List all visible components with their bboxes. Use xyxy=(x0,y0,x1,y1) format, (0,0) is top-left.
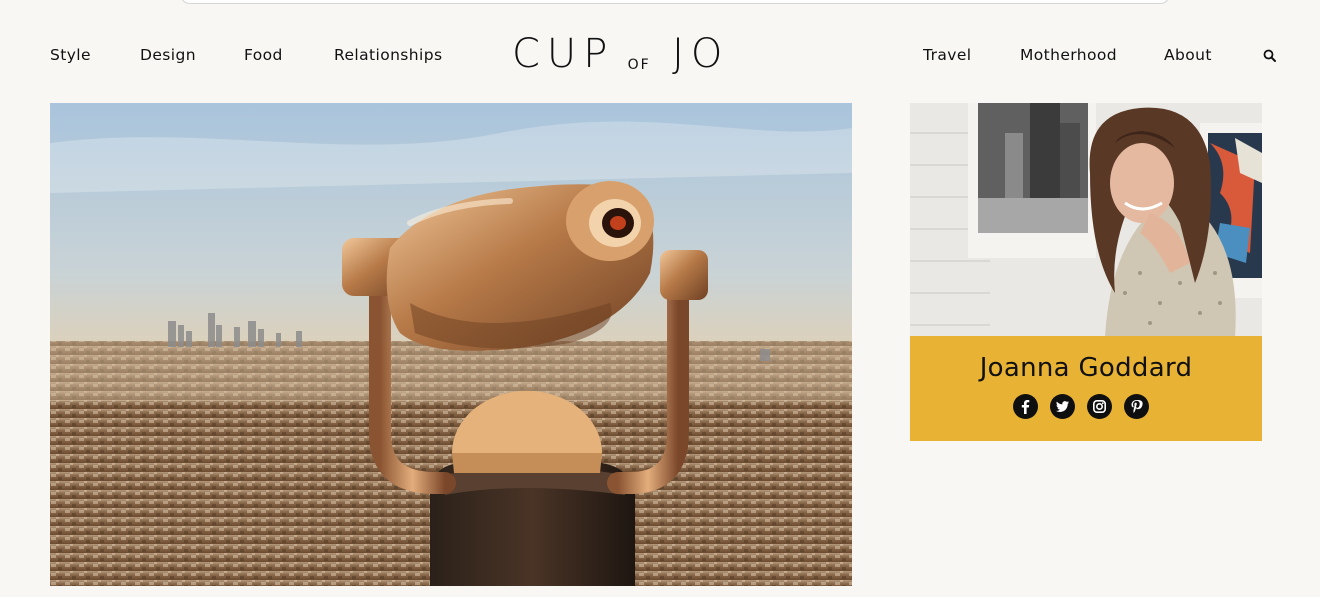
logo-text-of: OF xyxy=(627,57,651,73)
nav-link-about[interactable]: About xyxy=(1164,45,1261,65)
primary-nav-left: Style Design Food Relationships xyxy=(50,45,442,65)
nav-link-food[interactable]: Food xyxy=(244,45,334,65)
social-links xyxy=(1013,394,1161,419)
author-photo xyxy=(910,103,1262,337)
logo-text-cup: CUP xyxy=(512,31,615,77)
pinterest-icon[interactable] xyxy=(1124,394,1149,419)
featured-post-image[interactable] xyxy=(50,103,852,586)
twitter-icon[interactable] xyxy=(1050,394,1075,419)
search-icon[interactable] xyxy=(1262,48,1278,64)
author-name: Joanna Goddard xyxy=(979,353,1193,383)
nav-link-style[interactable]: Style xyxy=(50,45,140,65)
nav-link-relationships[interactable]: Relationships xyxy=(334,45,442,65)
site-logo[interactable]: CUP OF JO xyxy=(512,33,816,75)
nav-link-travel[interactable]: Travel xyxy=(923,45,1020,65)
author-card: Joanna Goddard xyxy=(910,336,1262,441)
logo-text-jo: JO xyxy=(672,31,730,77)
facebook-icon[interactable] xyxy=(1013,394,1038,419)
nav-link-motherhood[interactable]: Motherhood xyxy=(1020,45,1164,65)
primary-nav-right: Travel Motherhood About xyxy=(923,45,1261,65)
author-profile: Joanna Goddard xyxy=(910,103,1262,441)
instagram-icon[interactable] xyxy=(1087,394,1112,419)
nav-link-design[interactable]: Design xyxy=(140,45,244,65)
site-header: Style Design Food Relationships CUP OF J… xyxy=(0,0,1320,103)
